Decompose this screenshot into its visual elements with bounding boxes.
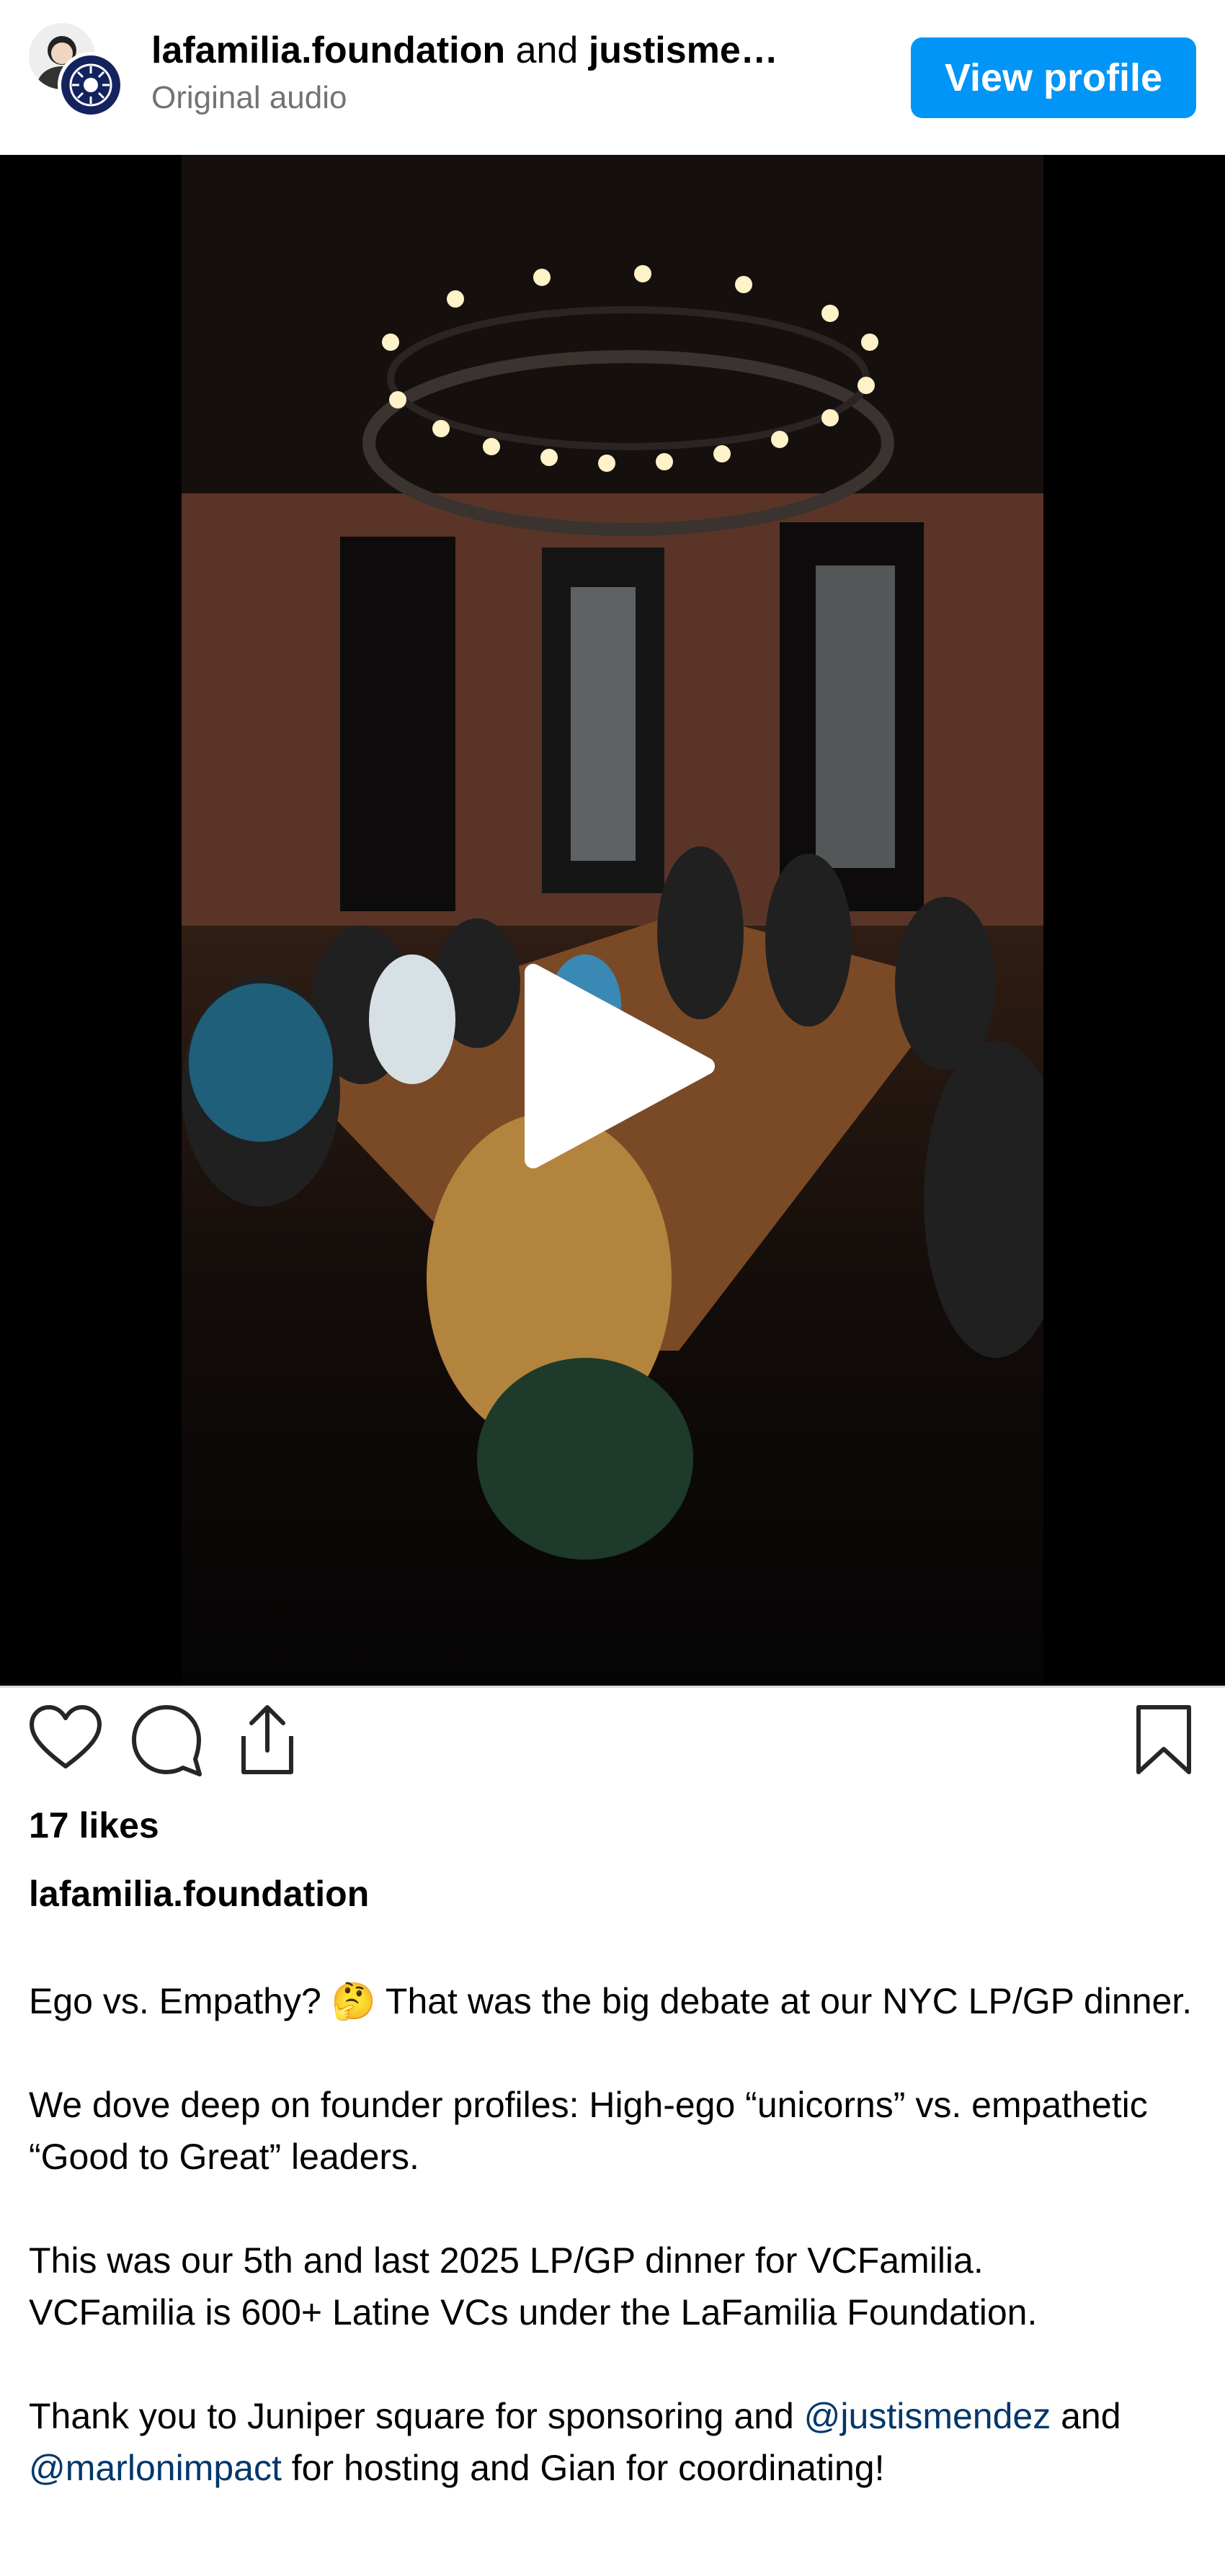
action-bar [0, 1700, 1225, 1801]
caption-paragraph-4: Thank you to Juniper square for sponsori… [29, 2390, 1211, 2494]
account-name-2[interactable]: justisme… [589, 30, 778, 71]
post-media[interactable] [0, 155, 1225, 1686]
share-icon[interactable] [228, 1700, 307, 1779]
caption-text-mid: and [1051, 2396, 1121, 2436]
media-divider [0, 1686, 1225, 1688]
mention-marlonimpact[interactable]: @marlonimpact [29, 2448, 282, 2488]
avatar-lafamilia[interactable] [58, 52, 124, 118]
avatar-stack[interactable] [27, 22, 128, 122]
post-header: lafamilia.foundation and justisme… Origi… [0, 0, 1225, 155]
bookmark-icon[interactable] [1124, 1700, 1203, 1779]
heart-icon[interactable] [26, 1700, 105, 1779]
post-caption: Ego vs. Empathy? 🤔 That was the big deba… [29, 1975, 1211, 2546]
caption-paragraph-3-line-1: This was our 5th and last 2025 LP/GP din… [29, 2240, 984, 2281]
video-scene [182, 155, 1043, 1560]
view-profile-button[interactable]: View profile [911, 37, 1196, 118]
play-icon[interactable] [519, 958, 721, 1174]
mention-justismendez[interactable]: @justismendez [804, 2396, 1051, 2436]
likes-count[interactable]: 17 likes [29, 1804, 159, 1846]
caption-paragraph-3-line-2: VCFamilia is 600+ Latine VCs under the L… [29, 2292, 1038, 2333]
header-text: lafamilia.foundation and justisme… Origi… [151, 27, 800, 116]
caption-author[interactable]: lafamilia.foundation [29, 1873, 369, 1915]
joiner-text: and [515, 30, 579, 71]
caption-text-end: for hosting and Gian for coordinating! [281, 2448, 885, 2488]
collab-title: lafamilia.foundation and justisme… [151, 27, 800, 74]
caption-paragraph-2: We dove deep on founder profiles: High-e… [29, 2085, 1148, 2177]
caption-paragraph-1: Ego vs. Empathy? 🤔 That was the big deba… [29, 1981, 1193, 2021]
audio-label[interactable]: Original audio [151, 80, 800, 116]
caption-paragraph-3: This was our 5th and last 2025 LP/GP din… [29, 2235, 1211, 2338]
comment-icon[interactable] [127, 1700, 206, 1779]
account-name-1[interactable]: lafamilia.foundation [151, 30, 505, 71]
caption-text-start: Thank you to Juniper square for sponsori… [29, 2396, 804, 2436]
